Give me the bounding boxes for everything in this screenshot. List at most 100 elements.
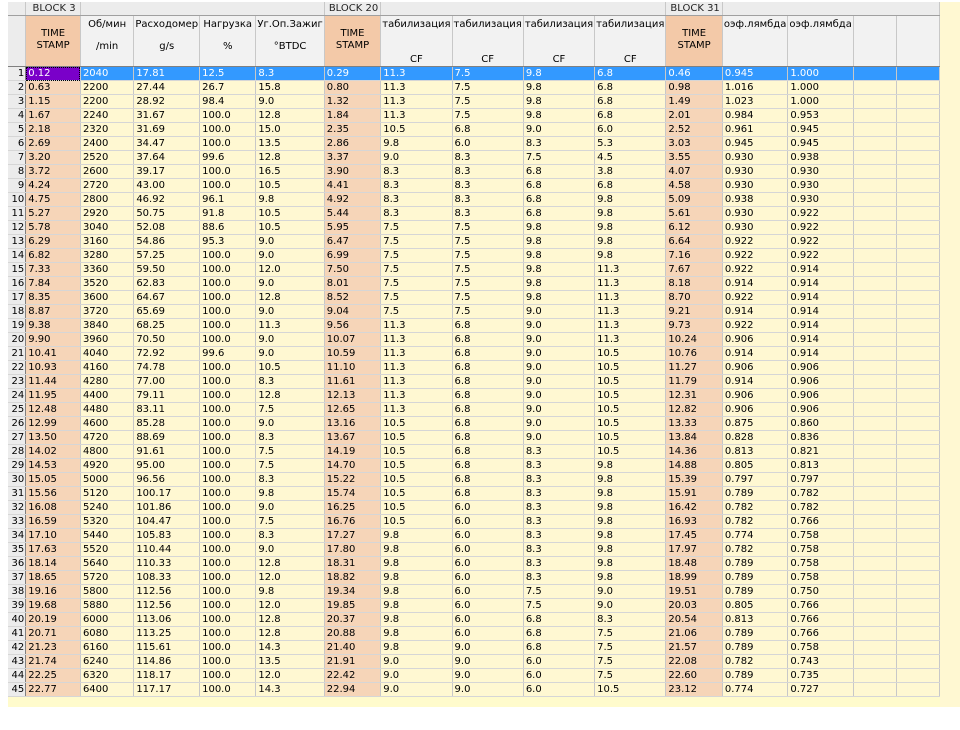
- data-cell[interactable]: 100.0: [199, 668, 257, 683]
- timestamp-cell[interactable]: 12.13: [324, 388, 382, 403]
- data-cell[interactable]: 6.8: [523, 178, 596, 193]
- data-cell[interactable]: 0.782: [722, 654, 789, 669]
- data-cell[interactable]: 5800: [80, 584, 135, 599]
- data-cell[interactable]: 6.0: [452, 556, 524, 571]
- data-cell[interactable]: 5240: [80, 500, 135, 515]
- data-cell[interactable]: 9.8: [523, 108, 596, 123]
- data-cell[interactable]: 4400: [80, 388, 135, 403]
- data-cell[interactable]: 0.984: [722, 108, 789, 123]
- data-cell[interactable]: [853, 346, 897, 361]
- timestamp-cell[interactable]: 8.87: [25, 304, 81, 319]
- timestamp-cell[interactable]: 2.52: [665, 122, 723, 137]
- timestamp-cell[interactable]: 17.27: [324, 528, 382, 543]
- data-cell[interactable]: [853, 276, 897, 291]
- data-cell[interactable]: 6.8: [523, 164, 596, 179]
- timestamp-cell[interactable]: 8.01: [324, 276, 382, 291]
- data-cell[interactable]: 100.0: [199, 584, 257, 599]
- column-header[interactable]: оэф.лямбда: [722, 15, 789, 67]
- data-cell[interactable]: 6.0: [452, 136, 524, 151]
- data-cell[interactable]: 8.3: [523, 528, 596, 543]
- data-cell[interactable]: 6160: [80, 640, 135, 655]
- timestamp-cell[interactable]: 2.01: [665, 108, 723, 123]
- data-cell[interactable]: 12.5: [199, 66, 257, 81]
- data-cell[interactable]: 100.17: [133, 486, 201, 501]
- data-cell[interactable]: [853, 164, 897, 179]
- data-cell[interactable]: 10.5: [594, 374, 667, 389]
- data-cell[interactable]: 7.5: [452, 108, 524, 123]
- data-cell[interactable]: 7.5: [594, 640, 667, 655]
- table-row[interactable]: 11 5.27 2920 50.75 91.8 10.5 5.44 8.3 8.3 6.8 9.8 5…: [8, 206, 940, 221]
- data-cell[interactable]: 9.0: [523, 416, 596, 431]
- timestamp-cell[interactable]: 22.08: [665, 654, 723, 669]
- data-cell[interactable]: 5640: [80, 556, 135, 571]
- data-cell[interactable]: 0.789: [722, 556, 789, 571]
- data-cell[interactable]: 6.8: [594, 66, 667, 81]
- data-cell[interactable]: 7.5: [452, 94, 524, 109]
- table-row[interactable]: 45 22.77 6400 117.17 100.0 14.3 22.94 9.0 9.0 6.0…: [8, 682, 940, 697]
- data-cell[interactable]: 7.5: [452, 234, 524, 249]
- timestamp-cell[interactable]: 22.42: [324, 668, 382, 683]
- data-cell[interactable]: 9.8: [523, 276, 596, 291]
- data-cell[interactable]: 6.0: [523, 682, 596, 697]
- data-cell[interactable]: 9.8: [523, 220, 596, 235]
- table-row[interactable]: 5 2.18 2320 31.69 100.0 15.0 2.35 10.5 6.8 9.0 6.0…: [8, 122, 940, 137]
- data-cell[interactable]: [853, 640, 897, 655]
- data-cell[interactable]: 12.0: [255, 570, 325, 585]
- data-cell[interactable]: [896, 612, 940, 627]
- data-cell[interactable]: [896, 318, 940, 333]
- data-cell[interactable]: 9.0: [452, 640, 524, 655]
- table-row[interactable]: 8 3.72 2600 39.17 100.0 16.5 3.90 8.3 8.3 6.8 3.8 4…: [8, 164, 940, 179]
- timestamp-cell[interactable]: 4.24: [25, 178, 81, 193]
- data-cell[interactable]: 6.8: [452, 486, 524, 501]
- data-cell[interactable]: 3280: [80, 248, 135, 263]
- table-row[interactable]: 2 0.63 2200 27.44 26.7 15.8 0.80 11.3 7.5 9.8 6.8 0…: [8, 80, 940, 95]
- data-cell[interactable]: 9.8: [380, 584, 453, 599]
- data-cell[interactable]: [896, 528, 940, 543]
- timestamp-cell[interactable]: 2.86: [324, 136, 382, 151]
- data-cell[interactable]: 7.5: [452, 80, 524, 95]
- data-cell[interactable]: 8.3: [523, 444, 596, 459]
- data-cell[interactable]: 10.5: [380, 500, 453, 515]
- data-cell[interactable]: 9.8: [255, 192, 325, 207]
- data-cell[interactable]: 0.922: [787, 220, 854, 235]
- table-row[interactable]: 39 19.68 5880 112.56 100.0 12.0 19.85 9.8 6.0 7.5…: [8, 598, 940, 613]
- data-cell[interactable]: 9.8: [594, 206, 667, 221]
- table-row[interactable]: 1 0.12 2040 17.81 12.5 8.3 0.29 11.3 7.5 9.8 6.8 0.…: [8, 66, 940, 81]
- data-cell[interactable]: [896, 66, 940, 81]
- data-cell[interactable]: 6000: [80, 612, 135, 627]
- data-cell[interactable]: [896, 178, 940, 193]
- data-cell[interactable]: 0.938: [722, 192, 789, 207]
- data-cell[interactable]: 12.8: [255, 388, 325, 403]
- data-cell[interactable]: 0.860: [787, 416, 854, 431]
- data-cell[interactable]: 10.5: [594, 346, 667, 361]
- data-cell[interactable]: [853, 318, 897, 333]
- timestamp-cell[interactable]: 21.91: [324, 654, 382, 669]
- data-cell[interactable]: 9.0: [255, 304, 325, 319]
- data-cell[interactable]: 0.766: [787, 514, 854, 529]
- data-cell[interactable]: 2320: [80, 122, 135, 137]
- data-cell[interactable]: 7.5: [255, 402, 325, 417]
- timestamp-cell[interactable]: 3.55: [665, 150, 723, 165]
- data-cell[interactable]: 0.906: [787, 402, 854, 417]
- data-cell[interactable]: 9.8: [523, 80, 596, 95]
- data-cell[interactable]: [896, 122, 940, 137]
- timestamp-cell[interactable]: 3.90: [324, 164, 382, 179]
- data-cell[interactable]: [853, 528, 897, 543]
- data-cell[interactable]: 9.8: [594, 570, 667, 585]
- timestamp-cell[interactable]: 18.14: [25, 556, 81, 571]
- data-cell[interactable]: 3600: [80, 290, 135, 305]
- data-cell[interactable]: 1.023: [722, 94, 789, 109]
- data-cell[interactable]: 10.5: [380, 416, 453, 431]
- data-cell[interactable]: 8.3: [523, 486, 596, 501]
- timestamp-cell[interactable]: 15.05: [25, 472, 81, 487]
- data-cell[interactable]: 100.0: [199, 374, 257, 389]
- timestamp-cell[interactable]: 9.21: [665, 304, 723, 319]
- table-row[interactable]: 30 15.05 5000 96.56 100.0 8.3 15.22 10.5 6.8 8.3 9…: [8, 472, 940, 487]
- data-cell[interactable]: [853, 584, 897, 599]
- data-cell[interactable]: 0.789: [722, 570, 789, 585]
- data-cell[interactable]: 8.3: [594, 612, 667, 627]
- data-cell[interactable]: [853, 416, 897, 431]
- data-cell[interactable]: 0.945: [722, 66, 789, 81]
- data-cell[interactable]: 9.0: [523, 122, 596, 137]
- timestamp-cell[interactable]: 8.52: [324, 290, 382, 305]
